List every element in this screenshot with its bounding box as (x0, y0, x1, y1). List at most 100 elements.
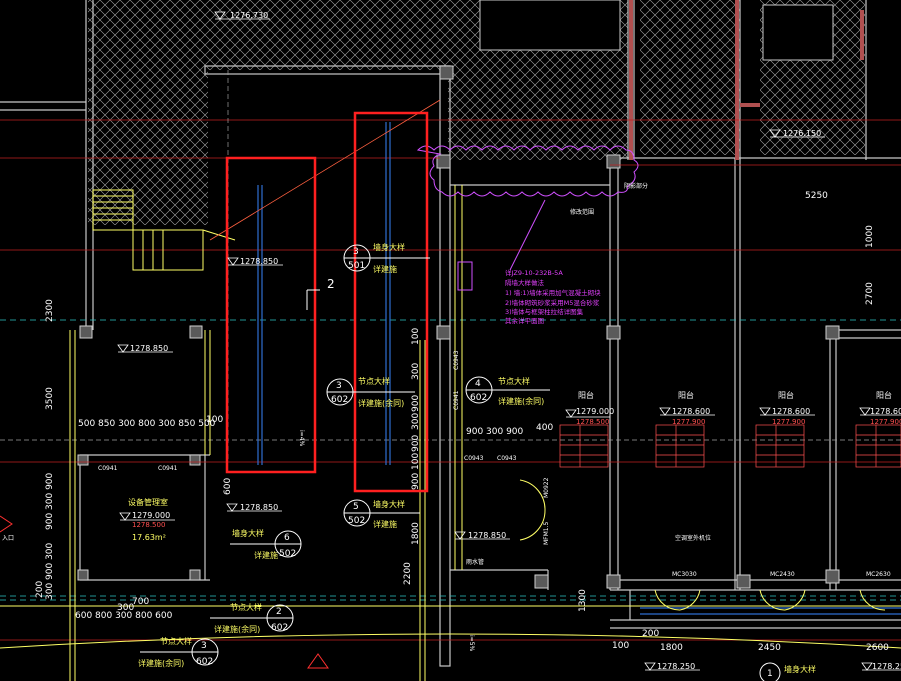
note-line: 3)墙体与框架柱拉结详图集 (505, 307, 584, 316)
cloud-note: 修改范围 (570, 208, 594, 216)
entry-label: 入口 (2, 535, 14, 542)
callout-num: 6 (284, 533, 290, 543)
dim: 2450 (758, 643, 781, 653)
markup-box-right[interactable] (353, 111, 429, 493)
note-line: 1) 墙:1)墙体采用加气混凝土砌块 (505, 288, 601, 297)
callout-label-b: 详建施(余同) (498, 396, 544, 406)
callout-num: 1 (767, 669, 773, 679)
dim: 5250 (805, 191, 828, 201)
detail-callout-6[interactable]: 2 602 节点大样 详建施(余同) (210, 602, 294, 634)
roof-line (209, 99, 441, 241)
detail-callout-7[interactable]: 3 602 节点大样 详建施(余同) (138, 636, 219, 668)
callout-label-a: 节点大样 (230, 602, 262, 612)
elevation-text: 1278.250 (872, 662, 901, 671)
callout-sheet: 602 (470, 393, 487, 403)
callout-label-a: 节点大样 (498, 376, 530, 386)
elevation-text: 1278.600 (870, 407, 901, 416)
dim: 100 (411, 328, 421, 345)
callout-label-b: 详建施(余同) (358, 398, 404, 408)
dim: 900 (411, 435, 421, 452)
note-line: 2)墙体砌筑砂浆采用M5混合砂浆 (505, 298, 600, 307)
elevation-text: 1278.850 (240, 257, 278, 266)
dim: 900 (411, 473, 421, 490)
callout-label-b: 详建施 (373, 519, 397, 529)
callout-label-a: 墙身大样 (232, 528, 264, 538)
door-tag: MFM1.5 (543, 521, 550, 545)
detail-callout-4[interactable]: 5 502 墙身大样 详建施 (343, 499, 420, 529)
window-tag: C0941 (453, 390, 460, 410)
callout-sheet: 502 (348, 516, 365, 526)
callout-sheet: 502 (279, 549, 296, 559)
callout-sheet: 501 (348, 261, 365, 271)
elevation-text: 1279.000 (576, 407, 614, 416)
window-tag: MC2630 (866, 571, 891, 578)
room-name: 设备管理室 (128, 497, 168, 507)
dim: 600 (223, 478, 233, 495)
window-tag: C0941 (158, 465, 178, 472)
dim: 100 (612, 641, 629, 651)
detail-callout-1[interactable]: 3 501 墙身大样 详建施 (343, 242, 430, 274)
dim: 2200 (403, 562, 413, 585)
note-label: 雨水管 (466, 558, 484, 566)
elevation-text: 1276.730 (230, 11, 268, 20)
dim: 200 (35, 581, 45, 598)
hatched-regions (88, 0, 865, 225)
dim: 1800 (660, 643, 683, 653)
callout-num: 2 (276, 607, 282, 617)
elevation-text: 1278.600 (672, 407, 710, 416)
window-tag: MC2430 (770, 571, 795, 578)
section-label: 2 (327, 277, 335, 291)
dim: 200 (642, 629, 659, 639)
dim: 500 850 300 800 300 850 500 (78, 419, 216, 429)
detail-callout-3[interactable]: 4 602 节点大样 详建施(余同) (465, 376, 550, 406)
detail-callout-8[interactable]: 1 墙身大样 (759, 662, 816, 681)
detail-callout-5[interactable]: 6 502 墙身大样 详建施 (230, 528, 302, 560)
dim: 900 300 900 (45, 472, 55, 530)
revision-notes: 详JZ9-10-232B-5A 隔墙大样做法 1) 墙:1)墙体采用加气混凝土砌… (505, 182, 648, 325)
door-tag: M0922 (543, 477, 550, 498)
detail-callout-2[interactable]: 3 602 节点大样 详建施(余同) (326, 376, 415, 408)
note-line: 其余详平面图 (505, 316, 544, 325)
callout-sheet: 602 (271, 623, 288, 633)
table-title: 阳台 (678, 390, 694, 400)
elevation-text: 1276.150 (783, 129, 821, 138)
cad-drawing-canvas[interactable]: 2 i=4% 3 501 墙身大样 详建施 3 602 节点大样 详建施(余同)… (0, 0, 901, 681)
markup-box-left[interactable] (225, 156, 317, 474)
callout-label-a: 墙身大样 (373, 242, 405, 252)
callout-label-a: 节点大样 (160, 636, 192, 646)
callout-label-b: 详建施 (254, 550, 278, 560)
dim: 700 (132, 597, 149, 607)
window-tag: C0943 (453, 350, 460, 370)
callout-label-a: 墙身大样 (373, 499, 405, 509)
dim: 2700 (865, 282, 875, 305)
callout-sheet: 602 (331, 395, 348, 405)
dim: 300 900 300 (45, 542, 55, 600)
callout-label-b: 详建施(余同) (214, 624, 260, 634)
note-line: 详JZ9-10-232B-5A (505, 268, 563, 277)
elevation-text: 1278.850 (240, 503, 278, 512)
callout-num: 3 (353, 247, 359, 257)
elevation-text: 1279.000 (132, 511, 170, 520)
callout-num: 3 (336, 381, 342, 391)
callout-label-b: 详建施(余同) (138, 658, 184, 668)
dim: 400 (536, 423, 553, 433)
window-tag: C0943 (464, 455, 484, 462)
slope-label: i=4% (298, 430, 305, 447)
window-tag: C0941 (98, 465, 118, 472)
table-title: 阳台 (578, 390, 594, 400)
elevation-text: 1278.850 (130, 344, 168, 353)
room-area: 17.63m² (132, 533, 166, 542)
callout-num: 4 (475, 379, 481, 389)
elevation-text: 1278.850 (468, 531, 506, 540)
elevation-text: 1278.500 (132, 521, 165, 529)
dim: 2300 (45, 299, 55, 322)
window-tag: C0943 (497, 455, 517, 462)
table-title: 阳台 (778, 390, 794, 400)
note-line: 隔墙大样做法 (505, 278, 545, 287)
slope-label: i=5% (468, 635, 475, 652)
window-tag: MC3030 (672, 571, 697, 578)
callout-num: 5 (353, 502, 359, 512)
callout-label-b: 详建施 (373, 264, 397, 274)
section-mark: 2 i=4% (298, 277, 335, 447)
dim: 2600 (866, 643, 889, 653)
